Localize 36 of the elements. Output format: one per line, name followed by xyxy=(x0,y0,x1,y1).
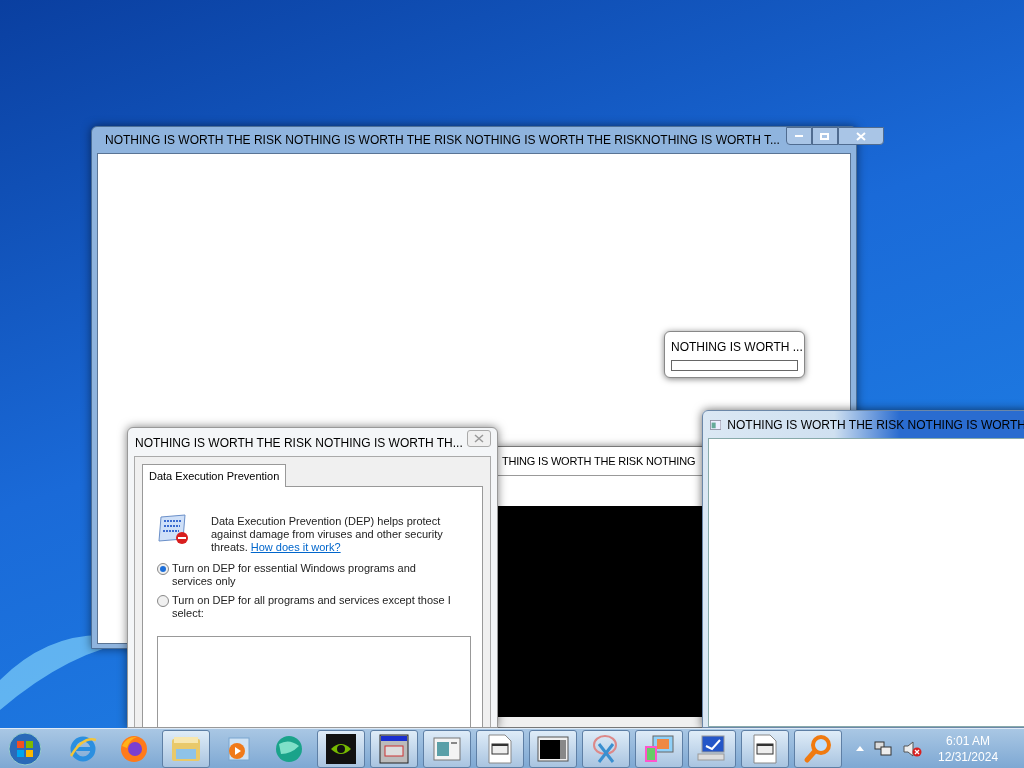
description-text: Data Execution Prevention (DEP) helps protect against damage from viruses and other security threats. How does it work? xyxy=(211,515,444,554)
taskbar-button[interactable] xyxy=(317,729,365,768)
window-icon xyxy=(710,418,722,431)
window-title: THING IS WORTH THE RISK NOTHING xyxy=(502,453,696,469)
close-icon xyxy=(855,131,866,141)
folder-icon xyxy=(170,734,202,763)
help-link[interactable]: How does it work? xyxy=(250,541,341,553)
radio-button[interactable] xyxy=(157,595,169,607)
dialog-title: NOTHING IS WORTH THE RISK NOTHING IS WORTH TH... xyxy=(135,435,463,452)
radio-button[interactable] xyxy=(157,563,169,575)
magnifier-icon xyxy=(803,733,833,764)
close-button[interactable] xyxy=(837,127,884,145)
shield-chip-icon xyxy=(157,513,191,545)
color-display-icon xyxy=(643,733,675,764)
program-file-icon xyxy=(752,733,778,764)
fox-globe-icon xyxy=(119,733,149,764)
start-orb-icon xyxy=(8,731,42,766)
window-icon xyxy=(432,734,462,763)
program-window-icon xyxy=(379,733,409,764)
console-window-icon xyxy=(537,734,569,763)
radio-option[interactable]: Turn on DEP for all programs and services except those I select: xyxy=(157,594,457,620)
program-file-icon xyxy=(487,733,513,764)
radio-option[interactable]: Turn on DEP for essential Windows programs and services only xyxy=(157,562,457,588)
tab[interactable]: Data Execution Prevention xyxy=(142,464,287,487)
close-button[interactable] xyxy=(466,430,491,447)
window-title: NOTHING IS WORTH THE RISK NOTHING IS WORTH THE RISK NOTHING IS WORTH THE RISKNOTHING IS WORTH T... xyxy=(105,132,780,149)
maximize-button[interactable] xyxy=(811,127,838,145)
sphere-icon xyxy=(273,733,305,764)
taskbar-button[interactable] xyxy=(529,729,577,768)
muted-speaker-icon[interactable] xyxy=(902,739,922,758)
minimize-button[interactable] xyxy=(785,127,812,145)
eye-logo-icon xyxy=(326,733,356,764)
close-icon xyxy=(473,434,484,443)
network-icon[interactable] xyxy=(874,740,892,757)
taskbar-button[interactable] xyxy=(370,729,418,768)
monitor-icon xyxy=(696,733,728,764)
